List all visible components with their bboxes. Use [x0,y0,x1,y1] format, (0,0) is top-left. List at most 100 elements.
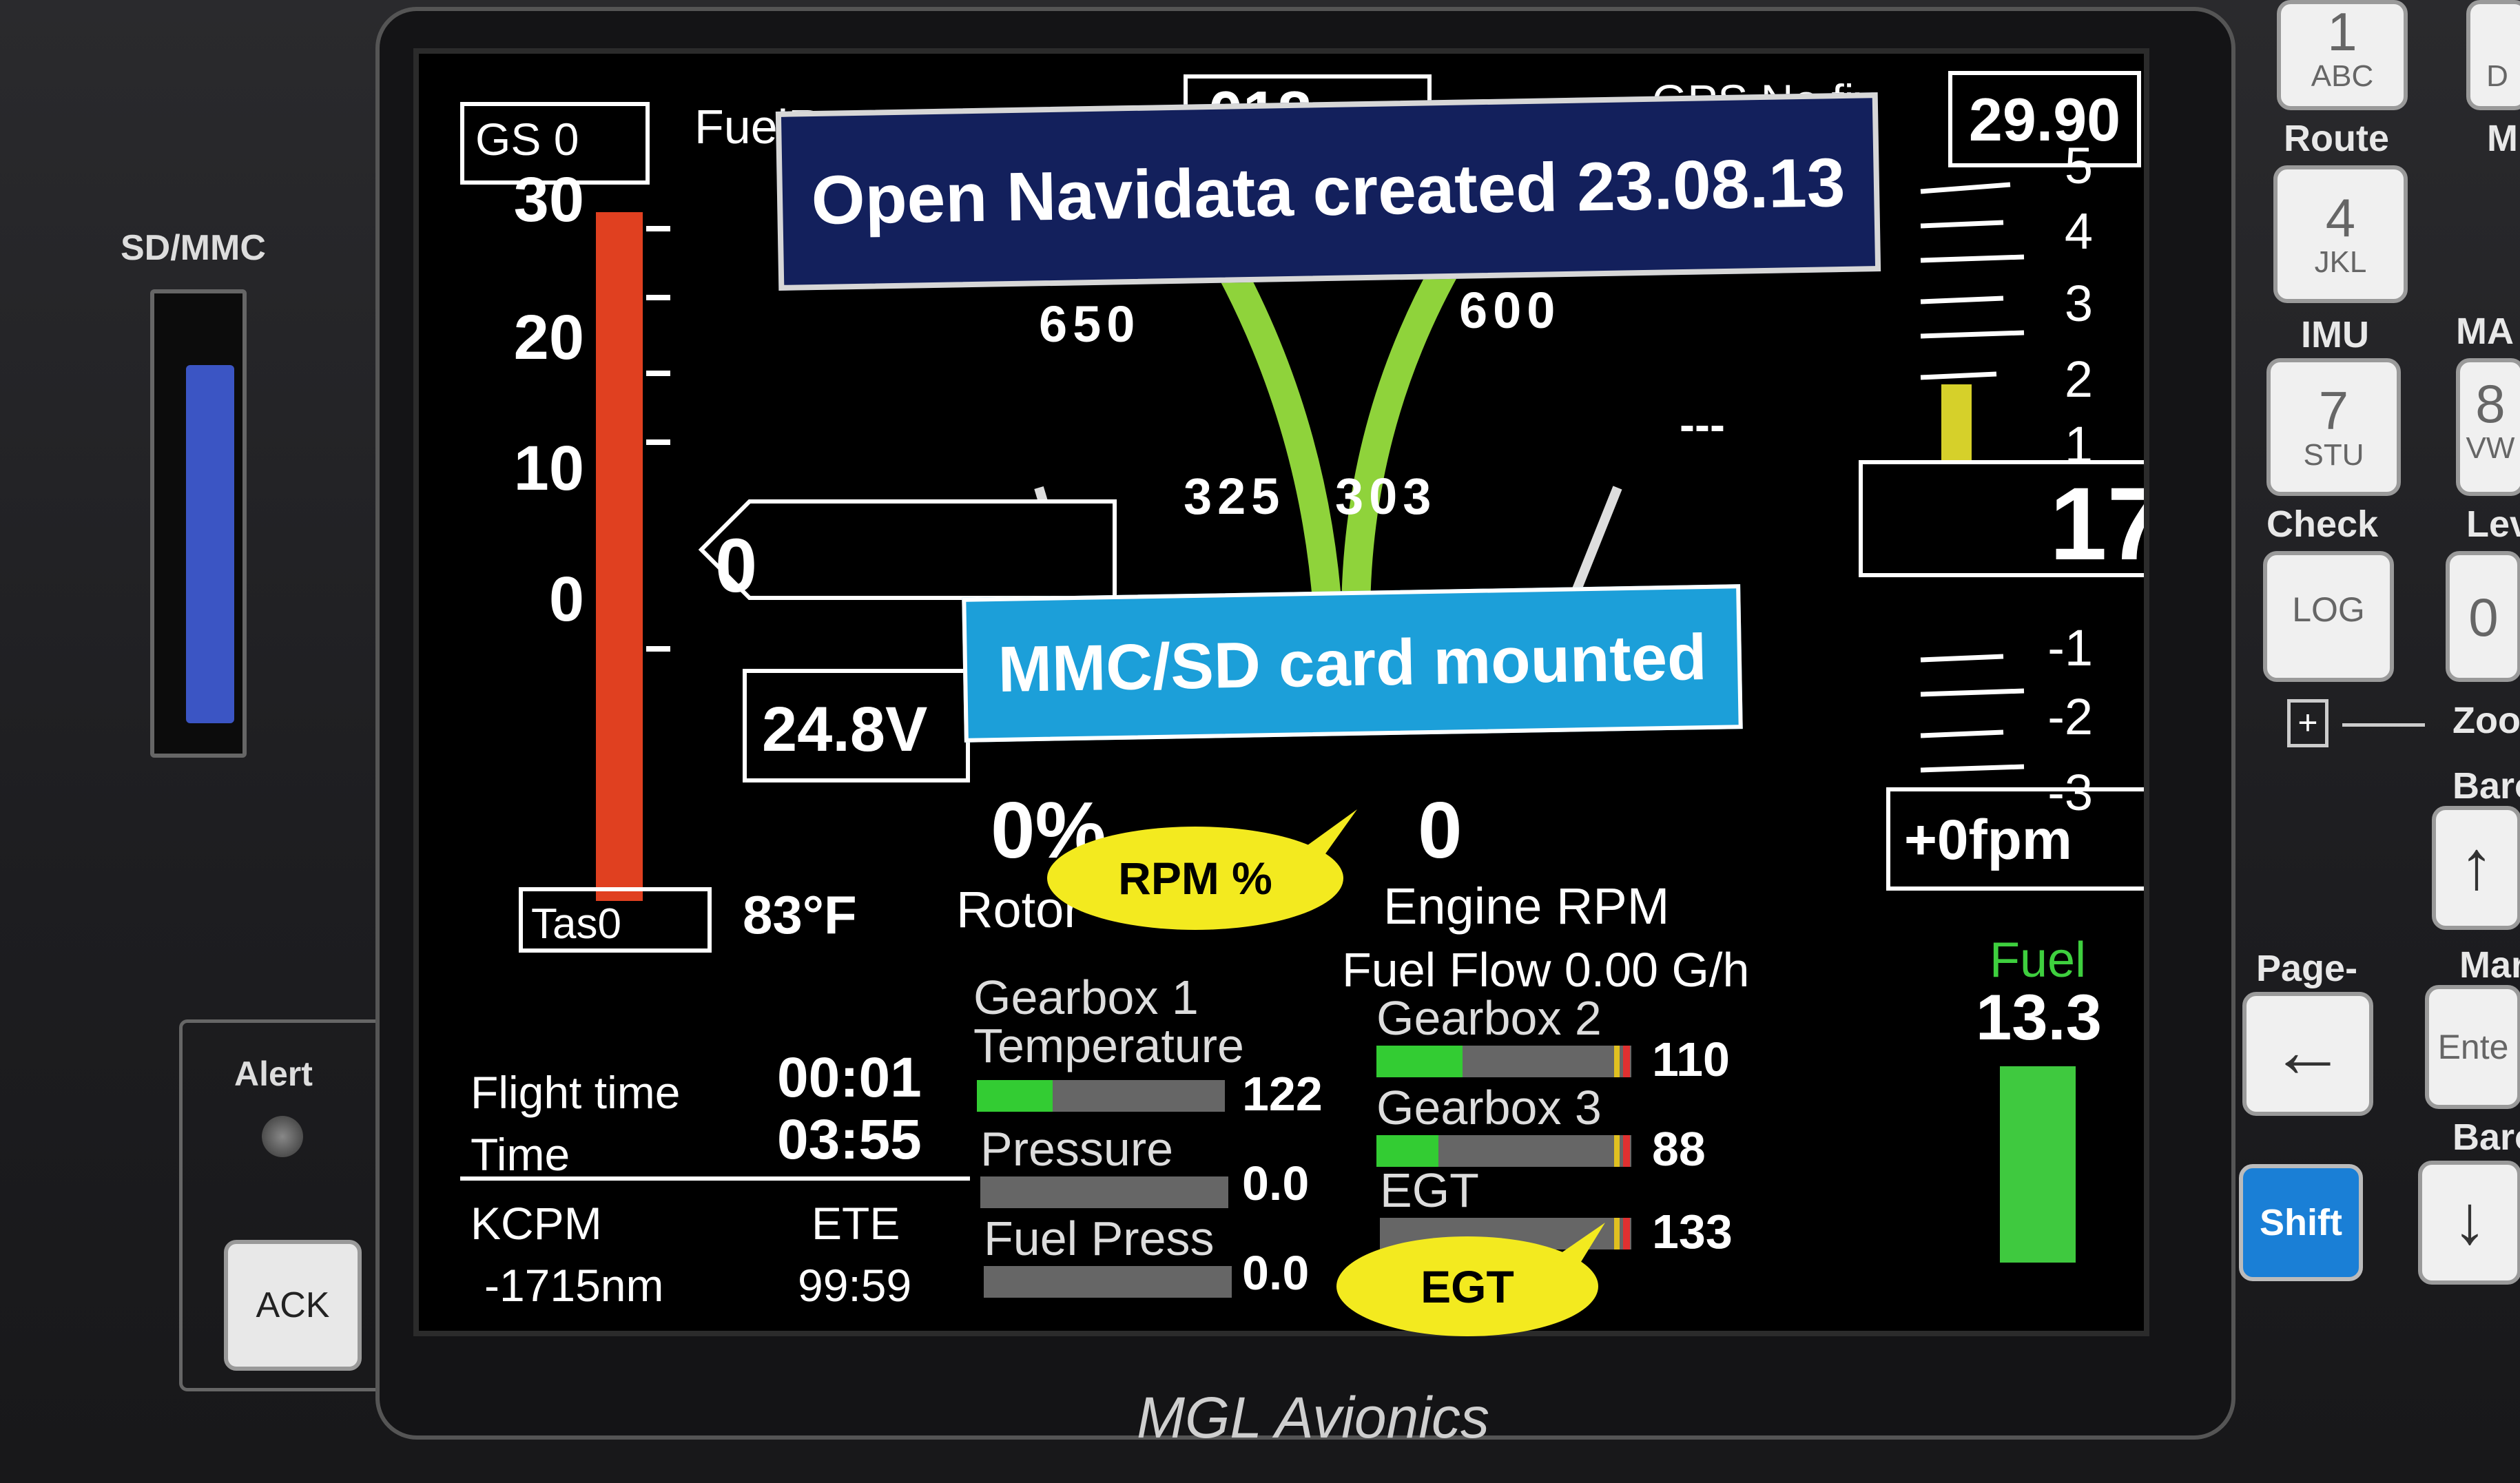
asi-label: 20 [513,302,584,373]
fuel-press-value: 0.0 [1242,1246,1310,1300]
key-letters: STU [2303,438,2364,472]
navidata-banner[interactable]: Open Navidata created 23.08.13 [775,92,1881,291]
ack-button[interactable]: ACK [224,1240,362,1371]
pressure-value: 0.0 [1242,1157,1310,1210]
asi-tick [646,226,670,231]
fuel-level-gauge [2000,1066,2076,1263]
key-letters: D [2486,59,2508,93]
imu-label: IMU [2301,314,2369,355]
check-label: Check [2266,504,2379,545]
asi-label: 10 [513,433,584,504]
fuel-flow: Fuel Flow 0.00 G/h [1342,943,1750,997]
pressure-bar-track [980,1176,1228,1208]
waypoint-distance: -1715nm [484,1260,664,1311]
waypoint-id: KCPM [471,1198,602,1249]
airspeed-value: 0 [715,523,758,608]
gearbox3-label: Gearbox 3 [1376,1081,1602,1134]
asi-tick [646,295,670,300]
alert-led-icon [262,1116,303,1157]
asi-label: 30 [513,165,584,235]
key-8-partial[interactable]: 8 VW [2456,358,2520,496]
key-number: 4 [2325,187,2356,248]
key-letters: VW [2466,431,2515,465]
mark-label: Mar [2459,944,2520,986]
route-label: Route [2284,118,2389,159]
asi-label: 0 [548,564,584,634]
gearbox2-label: Gearbox 2 [1376,991,1602,1045]
rpm-dashes: --- [1680,399,1725,450]
ete-label: ETE [812,1198,900,1249]
ete-value: 99:59 [798,1260,912,1311]
vsi-label: 3 [2064,275,2093,332]
egt-redline [1623,1218,1630,1249]
asi-tick [646,646,670,652]
mmc-mounted-banner[interactable]: MMC/SD card mounted [962,584,1743,743]
engine-rpm-label: 303 [1335,468,1437,525]
alert-label: Alert [234,1055,313,1093]
vsi-label: -2 [2047,688,2093,745]
key-letters: ABC [2311,59,2374,93]
voltage-box: 24.8V [743,669,970,782]
key-number: 1 [2327,1,2357,62]
rotor-rpm-label: 325 [1184,468,1285,525]
flight-time-label: Flight time [471,1067,681,1118]
sd-card [186,365,234,723]
enter-button[interactable]: Ente [2425,985,2520,1109]
egt-callout-pointer [1550,1223,1605,1267]
gearbox3-caution-mark [1614,1135,1620,1167]
airspeed-tape [596,212,643,901]
key-0-partial[interactable]: 0 [2446,551,2520,682]
arrow-left-icon: ← [2270,1008,2346,1093]
key-2-partial[interactable]: D [2466,0,2520,110]
baro-label: Baro [2452,1117,2520,1158]
baro-up-button[interactable]: ↑ [2432,806,2520,930]
asi-tick [646,439,670,445]
flight-time-value: 00:01 [777,1046,922,1109]
outside-air-temp: 83°F [743,884,857,945]
arrow-down-icon: ↓ [2452,1181,2487,1258]
fuel-press-bar-track [984,1266,1232,1298]
page-back-button[interactable]: ← [2242,992,2373,1116]
egt-label: EGT [1380,1163,1479,1217]
key-4[interactable]: 4 JKL [2273,165,2408,303]
fuel-value: 13.3 [1976,981,2102,1053]
shift-button[interactable]: Shift [2239,1164,2363,1281]
gearbox1-label: Gearbox 1 [973,971,1199,1024]
plus-icon[interactable]: + [2287,699,2328,747]
pressure-label: Pressure [980,1122,1174,1176]
vsi-label: 2 [2064,351,2093,408]
key-7[interactable]: 7 STU [2266,358,2401,496]
gearbox2-caution-mark [1614,1046,1620,1077]
vertical-speed-box: +0fpm [1886,787,2144,891]
log-button[interactable]: LOG [2263,551,2394,682]
gearbox3-redline [1623,1135,1630,1167]
egt-value: 133 [1652,1205,1733,1258]
gearbox2-redline [1623,1046,1630,1077]
temperature-label: Temperature [973,1019,1244,1072]
rpm-callout-pointer [1295,809,1357,858]
temperature-value: 122 [1242,1067,1323,1121]
gearbox3-value: 88 [1652,1122,1706,1176]
col2-label: M [2487,118,2518,159]
key-number: 0 [2468,587,2499,647]
engine-rpm-label: 600 [1459,282,1561,339]
col2-label: Lev [2466,504,2520,545]
true-airspeed-box: Tas0 [519,887,712,953]
key-number: 8 [2475,373,2506,434]
vsi-label: 5 [2064,137,2093,194]
arrow-up-icon: ↑ [2459,827,2494,904]
brand-logo: MGL Avionics [1137,1385,1489,1450]
efis-screen: GS 0 FuelRem --- 018 GPS No fix 29.90 30… [413,48,2149,1336]
key-letters: JKL [2314,245,2367,279]
col2-label: MA [2456,311,2514,352]
temperature-bar-fill [977,1080,1053,1112]
baro-down-button[interactable]: ↓ [2418,1161,2520,1285]
asi-pointer-shape [698,499,1117,600]
vsi-indicator-bar [1941,384,1972,464]
gearbox2-bar-fill [1376,1046,1463,1077]
altitude-box: 17 [1859,460,2144,581]
key-1[interactable]: 1 ABC [2277,0,2408,110]
vsi-label: 4 [2064,203,2093,260]
time-label: Time [471,1129,570,1180]
gearbox2-value: 110 [1652,1033,1730,1086]
